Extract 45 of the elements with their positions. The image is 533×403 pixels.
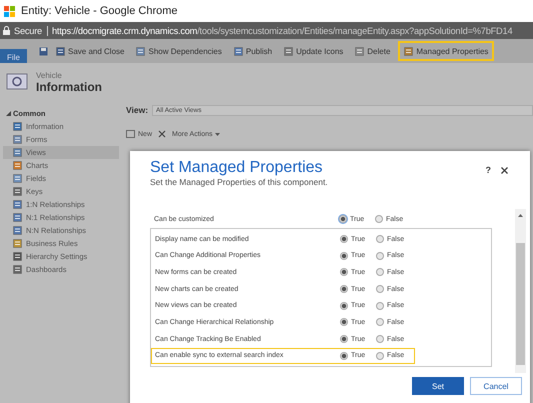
window-title: Entity: Vehicle - Google Chrome bbox=[21, 5, 178, 17]
security-label: Secure bbox=[14, 26, 48, 36]
window-logo-icon bbox=[4, 6, 15, 16]
ribbon-command[interactable]: Delete bbox=[351, 44, 394, 58]
nav-item-icon bbox=[13, 122, 22, 131]
scrollbar[interactable] bbox=[515, 209, 526, 374]
delete-icon[interactable] bbox=[158, 130, 166, 138]
command-icon bbox=[404, 46, 414, 56]
ribbon-command[interactable]: Publish bbox=[230, 44, 276, 58]
nav-item-icon bbox=[13, 187, 22, 196]
ribbon-command[interactable]: Save and Close bbox=[52, 44, 128, 58]
new-icon bbox=[126, 130, 135, 138]
nav-item-icon bbox=[13, 200, 22, 209]
nav-item-icon bbox=[13, 265, 22, 274]
nav-item-icon bbox=[13, 174, 22, 183]
command-icon bbox=[284, 46, 294, 56]
nav-item-icon bbox=[13, 213, 22, 222]
command-icon bbox=[56, 46, 65, 56]
dialog-button[interactable]: Cancel bbox=[470, 377, 522, 396]
expanded-triangle-icon bbox=[6, 111, 11, 116]
caret-icon bbox=[215, 132, 220, 136]
command-icon bbox=[355, 46, 364, 56]
ribbon-command[interactable]: Show Dependencies bbox=[132, 44, 226, 58]
nav-item-icon bbox=[13, 226, 22, 235]
command-icon bbox=[234, 46, 243, 56]
lock-icon bbox=[3, 26, 10, 35]
view-label: View: bbox=[126, 105, 148, 115]
entity-name: Vehicle bbox=[36, 70, 63, 80]
ribbon-command[interactable]: Managed Properties bbox=[398, 41, 494, 61]
section-title: Information bbox=[36, 80, 102, 94]
nav-item-icon bbox=[13, 161, 22, 170]
save-icon[interactable] bbox=[39, 46, 48, 56]
help-button[interactable]: ? bbox=[486, 165, 491, 175]
nav-item-icon bbox=[13, 252, 22, 261]
nav-item-icon bbox=[13, 148, 22, 157]
scroll-up-icon[interactable] bbox=[518, 214, 523, 217]
command-icon bbox=[136, 46, 146, 56]
dialog-button[interactable]: Set bbox=[412, 377, 464, 396]
ribbon-command[interactable]: Update Icons bbox=[280, 44, 348, 58]
dialog-subtitle: Set the Managed Properties of this component. bbox=[150, 177, 329, 187]
nav-item-icon bbox=[13, 135, 22, 144]
nav-item-icon bbox=[13, 239, 22, 248]
close-icon[interactable] bbox=[501, 166, 508, 174]
dialog-title: Set Managed Properties bbox=[150, 159, 323, 177]
url-text[interactable]: https://docmigrate.crm.dynamics.com/tools/systemcustomization/Entities/manageEntity.aspx?appSolutionId=%7bFD14 bbox=[52, 26, 512, 36]
